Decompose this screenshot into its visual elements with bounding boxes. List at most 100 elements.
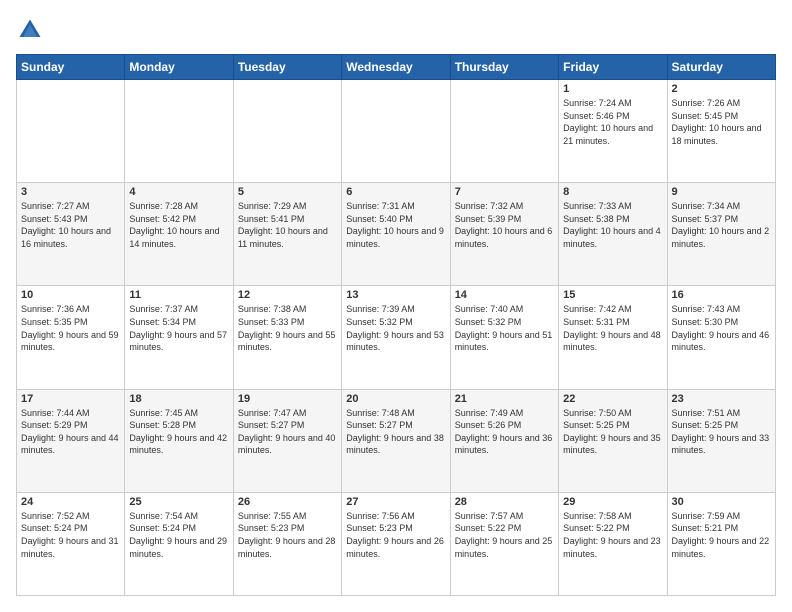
day-cell: 13 Sunrise: 7:39 AM Sunset: 5:32 PM Dayli…: [342, 286, 450, 389]
day-number: 27: [346, 496, 445, 508]
day-info: Sunrise: 7:48 AM Sunset: 5:27 PM Dayligh…: [346, 407, 445, 457]
day-cell: 23 Sunrise: 7:51 AM Sunset: 5:25 PM Dayli…: [667, 389, 775, 492]
week-row-5: 24 Sunrise: 7:52 AM Sunset: 5:24 PM Dayli…: [17, 492, 776, 595]
day-info: Sunrise: 7:43 AM Sunset: 5:30 PM Dayligh…: [672, 303, 771, 353]
weekday-header-monday: Monday: [125, 55, 233, 80]
weekday-header-wednesday: Wednesday: [342, 55, 450, 80]
day-cell: 7 Sunrise: 7:32 AM Sunset: 5:39 PM Daylig…: [450, 183, 558, 286]
day-info: Sunrise: 7:40 AM Sunset: 5:32 PM Dayligh…: [455, 303, 554, 353]
day-number: 22: [563, 393, 662, 405]
day-info: Sunrise: 7:47 AM Sunset: 5:27 PM Dayligh…: [238, 407, 337, 457]
day-info: Sunrise: 7:39 AM Sunset: 5:32 PM Dayligh…: [346, 303, 445, 353]
logo: [16, 16, 48, 44]
day-number: 12: [238, 289, 337, 301]
day-cell: [233, 80, 341, 183]
day-info: Sunrise: 7:58 AM Sunset: 5:22 PM Dayligh…: [563, 510, 662, 560]
day-cell: 8 Sunrise: 7:33 AM Sunset: 5:38 PM Daylig…: [559, 183, 667, 286]
day-info: Sunrise: 7:45 AM Sunset: 5:28 PM Dayligh…: [129, 407, 228, 457]
logo-icon: [16, 16, 44, 44]
weekday-header-sunday: Sunday: [17, 55, 125, 80]
day-number: 15: [563, 289, 662, 301]
day-number: 28: [455, 496, 554, 508]
day-info: Sunrise: 7:28 AM Sunset: 5:42 PM Dayligh…: [129, 200, 228, 250]
day-cell: 3 Sunrise: 7:27 AM Sunset: 5:43 PM Daylig…: [17, 183, 125, 286]
day-number: 3: [21, 186, 120, 198]
day-cell: 10Sunrise: 7:36 AM Sunset: 5:35 PM Dayli…: [17, 286, 125, 389]
day-number: 24: [21, 496, 120, 508]
day-number: 1: [563, 83, 662, 95]
day-info: Sunrise: 7:52 AM Sunset: 5:24 PM Dayligh…: [21, 510, 120, 560]
day-cell: 24 Sunrise: 7:52 AM Sunset: 5:24 PM Dayli…: [17, 492, 125, 595]
day-number: 23: [672, 393, 771, 405]
day-number: 6: [346, 186, 445, 198]
day-number: 20: [346, 393, 445, 405]
day-number: 19: [238, 393, 337, 405]
day-info: Sunrise: 7:34 AM Sunset: 5:37 PM Dayligh…: [672, 200, 771, 250]
day-cell: 2 Sunrise: 7:26 AM Sunset: 5:45 PM Daylig…: [667, 80, 775, 183]
day-info: Sunrise: 7:33 AM Sunset: 5:38 PM Dayligh…: [563, 200, 662, 250]
day-cell: 14 Sunrise: 7:40 AM Sunset: 5:32 PM Dayli…: [450, 286, 558, 389]
day-info: Sunrise: 7:51 AM Sunset: 5:25 PM Dayligh…: [672, 407, 771, 457]
day-number: 14: [455, 289, 554, 301]
day-cell: 21 Sunrise: 7:49 AM Sunset: 5:26 PM Dayli…: [450, 389, 558, 492]
day-cell: 19 Sunrise: 7:47 AM Sunset: 5:27 PM Dayli…: [233, 389, 341, 492]
day-number: 26: [238, 496, 337, 508]
day-cell: 1 Sunrise: 7:24 AM Sunset: 5:46 PM Daylig…: [559, 80, 667, 183]
day-info: Sunrise: 7:57 AM Sunset: 5:22 PM Dayligh…: [455, 510, 554, 560]
week-row-1: 1 Sunrise: 7:24 AM Sunset: 5:46 PM Daylig…: [17, 80, 776, 183]
week-row-2: 3 Sunrise: 7:27 AM Sunset: 5:43 PM Daylig…: [17, 183, 776, 286]
day-info: Sunrise: 7:50 AM Sunset: 5:25 PM Dayligh…: [563, 407, 662, 457]
page: SundayMondayTuesdayWednesdayThursdayFrid…: [0, 0, 792, 612]
calendar: SundayMondayTuesdayWednesdayThursdayFrid…: [16, 54, 776, 596]
day-info: Sunrise: 7:56 AM Sunset: 5:23 PM Dayligh…: [346, 510, 445, 560]
day-info: Sunrise: 7:36 AM Sunset: 5:35 PM Dayligh…: [21, 303, 120, 353]
day-cell: 26Sunrise: 7:55 AM Sunset: 5:23 PM Dayli…: [233, 492, 341, 595]
day-cell: 27 Sunrise: 7:56 AM Sunset: 5:23 PM Dayli…: [342, 492, 450, 595]
day-cell: 30 Sunrise: 7:59 AM Sunset: 5:21 PM Dayli…: [667, 492, 775, 595]
day-cell: [342, 80, 450, 183]
day-cell: 20 Sunrise: 7:48 AM Sunset: 5:27 PM Dayli…: [342, 389, 450, 492]
day-cell: 5Sunrise: 7:29 AM Sunset: 5:41 PM Daylig…: [233, 183, 341, 286]
day-number: 8: [563, 186, 662, 198]
day-number: 5: [238, 186, 337, 198]
day-info: Sunrise: 7:49 AM Sunset: 5:26 PM Dayligh…: [455, 407, 554, 457]
day-info: Sunrise: 7:42 AM Sunset: 5:31 PM Dayligh…: [563, 303, 662, 353]
day-number: 7: [455, 186, 554, 198]
day-number: 16: [672, 289, 771, 301]
day-info: Sunrise: 7:38 AM Sunset: 5:33 PM Dayligh…: [238, 303, 337, 353]
day-info: Sunrise: 7:32 AM Sunset: 5:39 PM Dayligh…: [455, 200, 554, 250]
day-cell: 25 Sunrise: 7:54 AM Sunset: 5:24 PM Dayli…: [125, 492, 233, 595]
day-cell: 29 Sunrise: 7:58 AM Sunset: 5:22 PM Dayli…: [559, 492, 667, 595]
day-cell: 16 Sunrise: 7:43 AM Sunset: 5:30 PM Dayli…: [667, 286, 775, 389]
day-number: 21: [455, 393, 554, 405]
day-cell: [125, 80, 233, 183]
day-number: 18: [129, 393, 228, 405]
day-info: Sunrise: 7:24 AM Sunset: 5:46 PM Dayligh…: [563, 97, 662, 147]
header: [16, 16, 776, 44]
day-number: 13: [346, 289, 445, 301]
day-cell: 28 Sunrise: 7:57 AM Sunset: 5:22 PM Dayli…: [450, 492, 558, 595]
week-row-3: 10Sunrise: 7:36 AM Sunset: 5:35 PM Dayli…: [17, 286, 776, 389]
day-cell: [450, 80, 558, 183]
weekday-header-thursday: Thursday: [450, 55, 558, 80]
day-cell: 15 Sunrise: 7:42 AM Sunset: 5:31 PM Dayli…: [559, 286, 667, 389]
day-cell: [17, 80, 125, 183]
day-cell: 4 Sunrise: 7:28 AM Sunset: 5:42 PM Daylig…: [125, 183, 233, 286]
day-info: Sunrise: 7:26 AM Sunset: 5:45 PM Dayligh…: [672, 97, 771, 147]
day-info: Sunrise: 7:27 AM Sunset: 5:43 PM Dayligh…: [21, 200, 120, 250]
day-number: 2: [672, 83, 771, 95]
day-number: 29: [563, 496, 662, 508]
day-cell: 11Sunrise: 7:37 AM Sunset: 5:34 PM Dayli…: [125, 286, 233, 389]
day-info: Sunrise: 7:54 AM Sunset: 5:24 PM Dayligh…: [129, 510, 228, 560]
day-cell: 22 Sunrise: 7:50 AM Sunset: 5:25 PM Dayli…: [559, 389, 667, 492]
day-info: Sunrise: 7:44 AM Sunset: 5:29 PM Dayligh…: [21, 407, 120, 457]
week-row-4: 17Sunrise: 7:44 AM Sunset: 5:29 PM Dayli…: [17, 389, 776, 492]
day-number: 4: [129, 186, 228, 198]
day-cell: 12 Sunrise: 7:38 AM Sunset: 5:33 PM Dayli…: [233, 286, 341, 389]
day-number: 25: [129, 496, 228, 508]
day-info: Sunrise: 7:37 AM Sunset: 5:34 PM Dayligh…: [129, 303, 228, 353]
day-number: 30: [672, 496, 771, 508]
weekday-header-tuesday: Tuesday: [233, 55, 341, 80]
day-cell: 17Sunrise: 7:44 AM Sunset: 5:29 PM Dayli…: [17, 389, 125, 492]
day-info: Sunrise: 7:59 AM Sunset: 5:21 PM Dayligh…: [672, 510, 771, 560]
